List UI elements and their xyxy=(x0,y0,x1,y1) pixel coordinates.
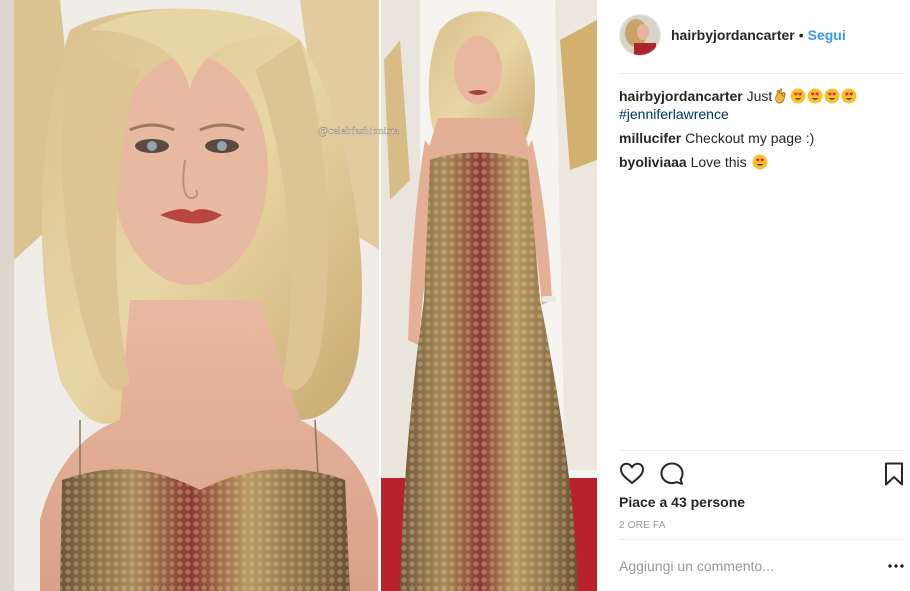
add-comment-input[interactable]: Aggiungi un commento... xyxy=(619,552,879,580)
heart-eyes-emoji xyxy=(841,88,857,104)
comment-text: Just xyxy=(746,88,773,104)
likes-count[interactable]: Piace a 43 persone xyxy=(619,494,745,510)
header-separator: • xyxy=(798,27,804,43)
hashtag-link[interactable]: #jenniferlawrence xyxy=(619,105,905,123)
comment-username[interactable]: millucifer xyxy=(619,130,681,146)
divider xyxy=(619,539,905,540)
avatar[interactable] xyxy=(619,14,661,56)
post-side-panel: hairbyjordancarter • Segui hairbyjordanc… xyxy=(597,0,910,591)
watermark-text: @celebfashionista xyxy=(318,125,399,137)
heart-eyes-emoji xyxy=(752,154,768,170)
heart-icon[interactable] xyxy=(619,461,645,487)
comment-item: millucifer Checkout my page :) xyxy=(619,129,905,147)
comment-username[interactable]: byoliviaaa xyxy=(619,154,687,170)
divider xyxy=(619,450,905,451)
heart-eyes-emoji xyxy=(807,88,823,104)
comment-username[interactable]: hairbyjordancarter xyxy=(619,88,743,104)
comment-text: Love this xyxy=(690,154,747,170)
comment-item: byoliviaaa Love this xyxy=(619,153,905,171)
comment-text: Checkout my page :) xyxy=(685,130,815,146)
comment-icon[interactable] xyxy=(659,461,685,487)
post-photo[interactable]: @celebfashionista xyxy=(0,0,597,591)
bookmark-icon[interactable] xyxy=(881,461,907,487)
follow-button[interactable]: Segui xyxy=(808,27,846,43)
post-header: hairbyjordancarter • Segui xyxy=(619,14,905,56)
post-timestamp[interactable]: 2 ORE FA xyxy=(619,520,666,531)
ok-hand-emoji xyxy=(775,88,786,104)
heart-eyes-emoji xyxy=(824,88,840,104)
header-username[interactable]: hairbyjordancarter xyxy=(671,27,795,43)
portrait-closeup xyxy=(40,8,378,591)
comment-list: hairbyjordancarter Just #jenniferlawrenc… xyxy=(619,87,905,177)
divider xyxy=(619,73,905,74)
more-dots-icon[interactable] xyxy=(885,558,907,574)
heart-eyes-emoji xyxy=(790,88,806,104)
comment-caption: hairbyjordancarter Just #jenniferlawrenc… xyxy=(619,87,905,123)
post-actions xyxy=(619,461,905,487)
